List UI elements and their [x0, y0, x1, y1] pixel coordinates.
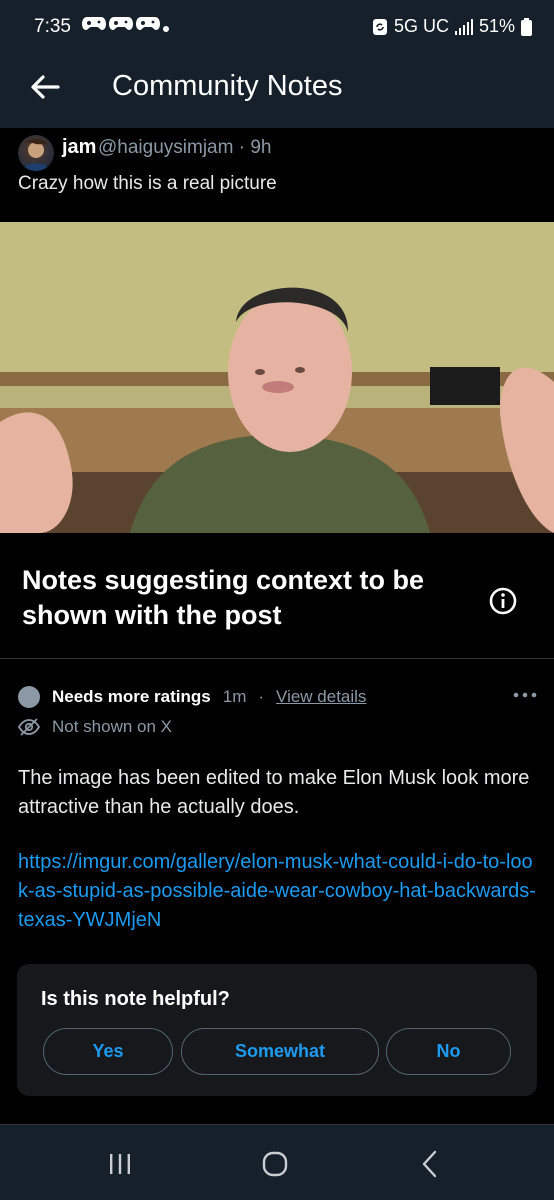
- yes-button[interactable]: Yes: [43, 1028, 173, 1075]
- status-time: 7:35: [34, 16, 71, 37]
- no-button[interactable]: No: [386, 1028, 511, 1075]
- note-status-label: Needs more ratings: [52, 687, 211, 706]
- note-time: 1m: [222, 687, 247, 706]
- not-shown-row: Not shown on X: [18, 717, 172, 737]
- somewhat-button[interactable]: Somewhat: [181, 1028, 379, 1075]
- hidden-eye-icon: [18, 718, 40, 736]
- helpful-card: Is this note helpful? Yes Somewhat No: [17, 964, 537, 1096]
- game-controller-icon: [109, 17, 133, 30]
- author-handle[interactable]: @haiguysimjam · 9h: [98, 137, 271, 159]
- note-source-link[interactable]: https://imgur.com/gallery/elon-musk-what…: [18, 848, 538, 935]
- quoted-post[interactable]: jam @haiguysimjam · 9h Crazy how this is…: [0, 128, 554, 222]
- battery-icon: [521, 17, 532, 36]
- note-body: The image has been edited to make Elon M…: [18, 767, 530, 818]
- app-header: Community Notes: [0, 56, 554, 128]
- status-bar: 7:35 5G UC 51%: [0, 0, 554, 56]
- info-icon[interactable]: [488, 586, 518, 616]
- helpful-question: Is this note helpful?: [41, 988, 230, 1010]
- recent-apps-icon[interactable]: [108, 1153, 132, 1175]
- more-notifications-dot: [163, 26, 169, 32]
- page-title: Community Notes: [112, 70, 343, 102]
- divider: [0, 658, 554, 659]
- more-options-icon[interactable]: [511, 688, 539, 702]
- notification-icons: [82, 14, 160, 32]
- network-type: 5G UC: [393, 16, 449, 36]
- not-shown-label: Not shown on X: [52, 717, 173, 736]
- game-controller-icon: [136, 17, 160, 30]
- separator: ·: [258, 687, 265, 706]
- sync-icon: [372, 18, 387, 35]
- note-status-row: Needs more ratings 1m · View details: [18, 686, 366, 708]
- back-arrow-icon[interactable]: [28, 70, 62, 104]
- system-back-icon[interactable]: [420, 1149, 440, 1179]
- notes-section-heading: Notes suggesting context to be shown wit…: [22, 565, 425, 630]
- status-indicators: 5G UC 51%: [372, 16, 532, 37]
- system-nav-bar: [0, 1124, 554, 1200]
- home-icon[interactable]: [262, 1151, 288, 1177]
- view-details-link[interactable]: View details: [276, 687, 366, 707]
- post-image[interactable]: [0, 222, 554, 533]
- post-text: Crazy how this is a real picture: [18, 173, 277, 194]
- author-name[interactable]: jam: [62, 136, 96, 159]
- avatar[interactable]: [18, 135, 54, 171]
- post-photo: [0, 222, 554, 533]
- battery-percent: 51%: [478, 16, 515, 36]
- game-controller-icon: [82, 17, 106, 30]
- signal-icon: [454, 18, 473, 35]
- status-dot: [18, 686, 40, 708]
